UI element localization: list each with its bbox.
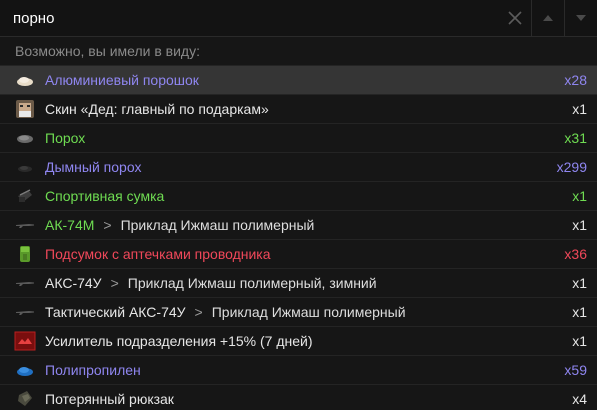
suggestion-item[interactable]: Потерянный рюкзак x4: [0, 384, 597, 410]
suggestion-item[interactable]: Алюминиевый порошок x28: [0, 65, 597, 94]
item-title: Потерянный рюкзак: [45, 391, 174, 407]
suggestion-item[interactable]: Полипропилен x59: [0, 355, 597, 384]
item-modification: Приклад Ижмаш полимерный, зимний: [127, 275, 377, 291]
item-modification: Приклад Ижмаш полимерный: [211, 304, 406, 320]
suggestion-hint: Возможно, вы имели в виду:: [15, 43, 200, 59]
search-input[interactable]: [0, 0, 499, 36]
item-count: x4: [572, 391, 587, 407]
suggestion-item[interactable]: Усилитель подразделения +15% (7 дней) x1: [0, 326, 597, 355]
rifle-icon: [14, 302, 36, 322]
suggestion-list: Алюминиевый порошок x28 Скин «Дед: главный…: [0, 65, 597, 410]
character-face-icon: [14, 99, 36, 119]
suggestion-item[interactable]: АКС-74У > Приклад Ижмаш полимерный, зимний…: [0, 268, 597, 297]
item-count: x36: [564, 246, 587, 262]
item-separator: >: [103, 217, 112, 233]
item-separator: >: [194, 304, 203, 320]
item-name: АКС-74У > Приклад Ижмаш полимерный, зимний: [45, 275, 564, 291]
item-count: x59: [564, 362, 587, 378]
arrow-up-icon: [543, 15, 553, 21]
item-count: x299: [556, 159, 587, 175]
item-title: Порох: [45, 130, 86, 146]
item-count: x1: [572, 304, 587, 320]
backpack-icon: [14, 389, 36, 409]
item-name: Порох: [45, 130, 556, 146]
item-modification: Приклад Ижмаш полимерный: [120, 217, 315, 233]
item-title: Подсумок с аптечками проводника: [45, 246, 271, 262]
item-separator: >: [110, 275, 119, 291]
black-powder-icon: [14, 157, 36, 177]
item-name: Дымный порох: [45, 159, 549, 175]
item-title: Скин «Дед: главный по подаркам»: [45, 101, 269, 117]
item-name: Усилитель подразделения +15% (7 дней): [45, 333, 564, 349]
polymer-pile-icon: [14, 360, 36, 380]
close-icon: [508, 11, 522, 25]
item-name: Спортивная сумка: [45, 188, 564, 204]
item-title: Усилитель подразделения +15% (7 дней): [45, 333, 313, 349]
item-count: x1: [572, 188, 587, 204]
item-name: Полипропилен: [45, 362, 556, 378]
item-count: x28: [564, 72, 587, 88]
search-bar: [0, 0, 597, 37]
suggestion-item[interactable]: Скин «Дед: главный по подаркам» x1: [0, 94, 597, 123]
item-name: Алюминиевый порошок: [45, 72, 556, 88]
suggestion-item[interactable]: Подсумок с аптечками проводника x36: [0, 239, 597, 268]
powder-icon: [14, 128, 36, 148]
suggestion-item[interactable]: Порох x31: [0, 123, 597, 152]
booster-badge-icon: [14, 331, 36, 351]
item-count: x1: [572, 101, 587, 117]
item-title: Алюминиевый порошок: [45, 72, 199, 88]
next-result-button[interactable]: [564, 0, 597, 36]
item-name: Подсумок с аптечками проводника: [45, 246, 556, 262]
arrow-down-icon: [576, 15, 586, 21]
item-name: Тактический АКС-74У > Приклад Ижмаш полиме…: [45, 304, 564, 320]
suggestion-item[interactable]: АК-74М > Приклад Ижмаш полимерный x1: [0, 210, 597, 239]
bag-icon: [14, 186, 36, 206]
previous-result-button[interactable]: [531, 0, 564, 36]
item-title: Тактический АКС-74У: [45, 304, 186, 320]
suggestion-item[interactable]: Тактический АКС-74У > Приклад Ижмаш полиме…: [0, 297, 597, 326]
pouch-icon: [14, 244, 36, 264]
item-title: Спортивная сумка: [45, 188, 165, 204]
item-title: Полипропилен: [45, 362, 141, 378]
item-count: x1: [572, 333, 587, 349]
clear-search-button[interactable]: [499, 0, 531, 36]
item-name: Потерянный рюкзак: [45, 391, 564, 407]
rifle-icon: [14, 215, 36, 235]
item-name: АК-74М > Приклад Ижмаш полимерный: [45, 217, 564, 233]
item-count: x1: [572, 275, 587, 291]
item-name: Скин «Дед: главный по подаркам»: [45, 101, 564, 117]
item-title: АК-74М: [45, 217, 95, 233]
item-title: АКС-74У: [45, 275, 102, 291]
item-title: Дымный порох: [45, 159, 142, 175]
suggestion-item[interactable]: Дымный порох x299: [0, 152, 597, 181]
rifle-icon: [14, 273, 36, 293]
search-suggestions-panel: Возможно, вы имели в виду: Алюминиевый п…: [0, 0, 597, 410]
item-count: x1: [572, 217, 587, 233]
item-count: x31: [564, 130, 587, 146]
suggestion-item[interactable]: Спортивная сумка x1: [0, 181, 597, 210]
powder-pile-icon: [14, 70, 36, 90]
